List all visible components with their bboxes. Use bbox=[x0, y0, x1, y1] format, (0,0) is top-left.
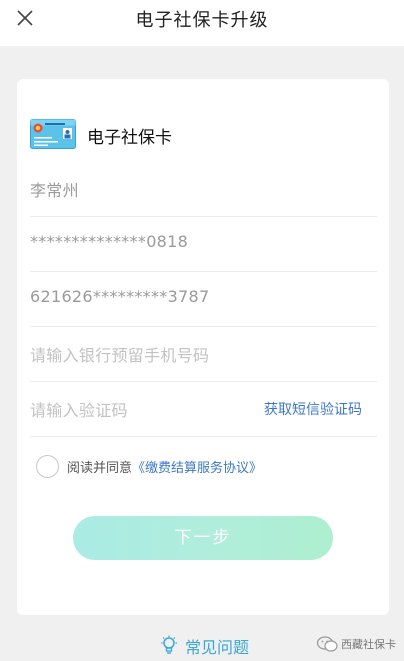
wechat-icon bbox=[316, 635, 338, 653]
faq-link[interactable]: 常见问题 bbox=[160, 633, 280, 657]
watermark-text: 西藏社保卡 bbox=[341, 638, 396, 651]
get-sms-code-button[interactable]: 获取短信验证码 bbox=[264, 399, 362, 419]
next-button[interactable]: 下一步 bbox=[73, 516, 333, 560]
social-security-card-icon bbox=[30, 119, 76, 149]
agreement-link[interactable]: 《缴费结算服务协议》 bbox=[132, 461, 262, 476]
form-card: 电子社保卡 李常州 **************0818 621626*****… bbox=[17, 79, 389, 615]
phone-field[interactable]: 请输入银行预留手机号码 bbox=[30, 327, 377, 382]
code-field[interactable]: 请输入验证码 获取短信验证码 bbox=[30, 382, 377, 437]
page-title: 电子社保卡升级 bbox=[135, 10, 269, 31]
card-title: 电子社保卡 bbox=[87, 128, 172, 148]
card-number-value: 621626*********3787 bbox=[30, 287, 210, 306]
faq-label[interactable]: 常见问题 bbox=[185, 634, 249, 658]
agreement-row: 阅读并同意《缴费结算服务协议》 bbox=[36, 453, 336, 479]
card-number-row: 621626*********3787 bbox=[30, 272, 377, 327]
agreement-checkbox[interactable] bbox=[36, 455, 59, 478]
code-placeholder[interactable]: 请输入验证码 bbox=[30, 397, 128, 421]
id-number-value: **************0818 bbox=[30, 232, 189, 251]
phone-placeholder[interactable]: 请输入银行预留手机号码 bbox=[30, 342, 209, 366]
watermark: 西藏社保卡 bbox=[316, 634, 402, 654]
card-header: 电子社保卡 bbox=[30, 119, 370, 149]
id-number-row: **************0818 bbox=[30, 217, 377, 272]
name-row: 李常州 bbox=[30, 162, 377, 217]
agreement-text: 阅读并同意《缴费结算服务协议》 bbox=[67, 457, 262, 476]
lightbulb-icon bbox=[160, 635, 178, 655]
top-bar: 电子社保卡升级 bbox=[0, 0, 404, 46]
agreement-prefix: 阅读并同意 bbox=[67, 461, 133, 476]
name-value: 李常州 bbox=[30, 181, 79, 200]
